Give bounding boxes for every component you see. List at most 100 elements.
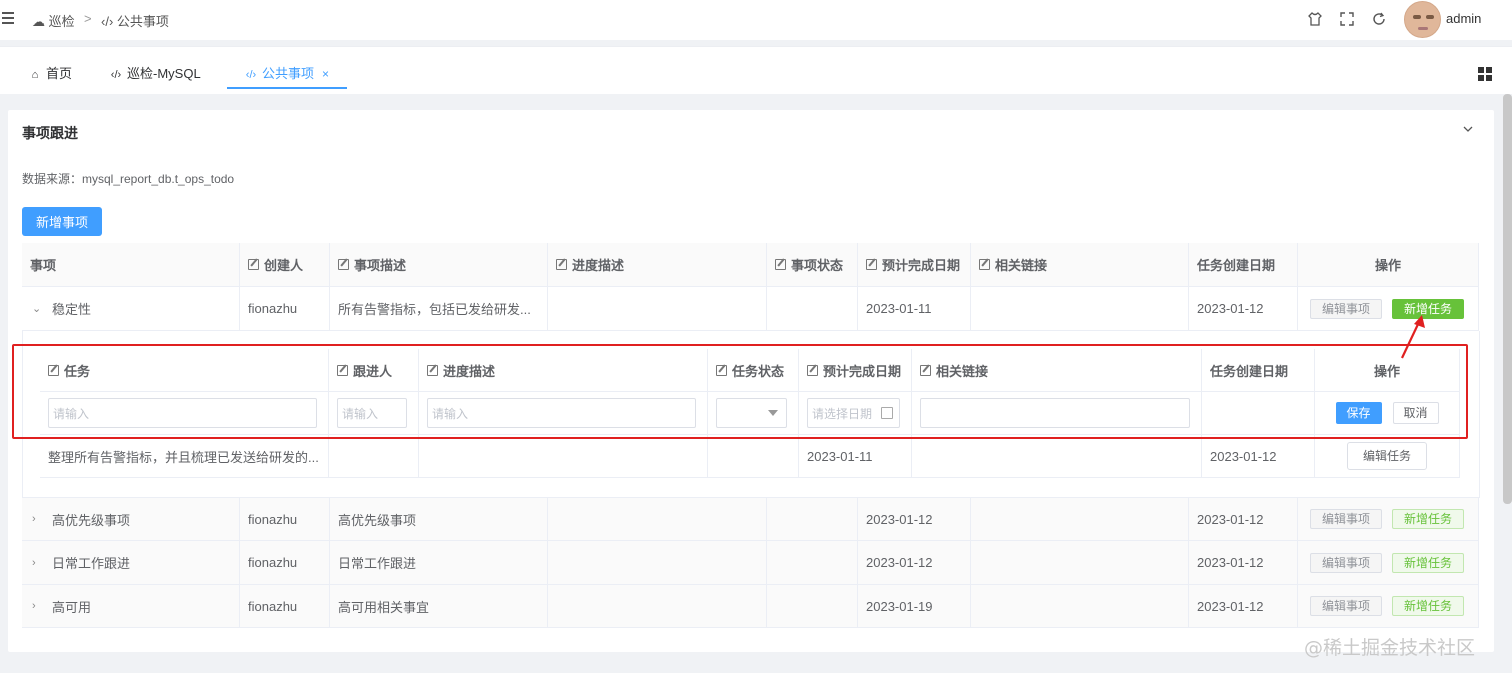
- cancel-button[interactable]: 取消: [1392, 402, 1439, 424]
- sub-cell-status: [708, 435, 799, 478]
- task-input[interactable]: 请输入: [48, 398, 317, 428]
- col-header-description: 事项描述: [330, 243, 548, 287]
- edit-icon: [556, 259, 567, 270]
- sub-cell-task: 请输入: [40, 392, 329, 435]
- chevron-right-icon: ›: [32, 513, 36, 525]
- col-header-creator: 创建人: [240, 243, 330, 287]
- table-cell-created: 2023-01-12: [1189, 498, 1298, 541]
- sub-cell-link: [912, 435, 1202, 478]
- code-icon: ‹/›: [101, 14, 114, 29]
- table-cell-due-date: 2023-01-19: [858, 585, 971, 628]
- table-cell-progress: [548, 498, 767, 541]
- table-row-item[interactable]: › 日常工作跟进: [22, 541, 240, 585]
- breadcrumb-item-public: ‹/› 公共事项: [101, 14, 169, 29]
- add-task-button[interactable]: 新增任务: [1392, 509, 1464, 529]
- link-input[interactable]: [920, 398, 1190, 428]
- add-item-button[interactable]: 新增事项: [22, 207, 102, 236]
- calendar-icon: [881, 407, 893, 419]
- sub-col-header-created: 任务创建日期: [1202, 349, 1315, 392]
- sub-col-header-owner: 跟进人: [329, 349, 419, 392]
- close-icon[interactable]: ×: [322, 67, 329, 81]
- sub-col-header-actions: 操作: [1315, 349, 1460, 392]
- table-cell-created: 2023-01-12: [1189, 287, 1298, 331]
- edit-item-button[interactable]: 编辑事项: [1310, 552, 1382, 573]
- table-cell-progress: [548, 585, 767, 628]
- sub-cell-progress: [419, 435, 708, 478]
- col-header-actions: 操作: [1298, 243, 1479, 287]
- sub-cell-due-date: 2023-01-11: [799, 435, 912, 478]
- edit-icon: [979, 259, 990, 270]
- owner-input[interactable]: 请输入: [337, 398, 407, 428]
- cloud-icon: ☁: [32, 14, 45, 29]
- edit-icon: [920, 364, 931, 376]
- avatar[interactable]: [1404, 1, 1441, 38]
- table-cell-progress: [548, 541, 767, 585]
- table-cell-status: [767, 585, 858, 628]
- status-select[interactable]: [716, 398, 787, 428]
- chevron-right-icon: ›: [32, 600, 36, 612]
- table-row-item[interactable]: ⌄ 稳定性: [22, 287, 240, 331]
- sub-cell-progress: 请输入: [419, 392, 708, 435]
- add-task-button[interactable]: 新增任务: [1392, 552, 1464, 573]
- code-icon: ‹/›: [110, 69, 122, 81]
- edit-item-button[interactable]: 编辑事项: [1310, 596, 1382, 616]
- watermark: @稀土掘金技术社区: [1304, 637, 1476, 659]
- col-header-progress: 进度描述: [548, 243, 767, 287]
- data-source-note: 数据来源：mysql_report_db.t_ops_todo: [22, 172, 235, 186]
- save-button[interactable]: 保存: [1335, 402, 1382, 424]
- breadcrumb-separator: >: [84, 11, 92, 26]
- sub-cell-due-date: 请选择日期: [799, 392, 912, 435]
- table-cell-actions: 编辑事项 新增任务: [1298, 541, 1479, 585]
- shirt-icon[interactable]: [1307, 11, 1323, 27]
- chevron-down-icon[interactable]: [1463, 124, 1473, 134]
- edit-item-button[interactable]: 编辑事项: [1310, 509, 1382, 529]
- table-cell-progress: [548, 287, 767, 331]
- chevron-down-icon: ⌄: [32, 303, 42, 315]
- edit-icon: [48, 364, 59, 376]
- table-cell-link: [971, 498, 1189, 541]
- tabs-bar: ⌂ 首页 ‹/› 巡检-MySQL ‹/› 公共事项 ×: [0, 46, 1512, 94]
- fullscreen-icon[interactable]: [1339, 11, 1355, 27]
- refresh-icon[interactable]: [1371, 11, 1387, 27]
- table-cell-description: 高可用相关事宜: [330, 585, 548, 628]
- sub-col-header-due-date: 预计完成日期: [799, 349, 912, 392]
- table-cell-creator: fionazhu: [240, 585, 330, 628]
- due-date-picker[interactable]: 请选择日期: [807, 398, 900, 428]
- edit-icon: [716, 364, 727, 376]
- caret-down-icon: [768, 410, 778, 416]
- col-header-due-date: 预计完成日期: [858, 243, 971, 287]
- chevron-right-icon: ›: [32, 556, 36, 569]
- edit-icon: [866, 259, 877, 270]
- code-icon: ‹/›: [245, 69, 257, 81]
- menu-toggle-icon[interactable]: [2, 12, 14, 26]
- table-cell-link: [971, 287, 1189, 331]
- add-task-button[interactable]: 新增任务: [1392, 596, 1464, 616]
- top-header: ☁ 巡检 > ‹/› 公共事项 admin: [0, 0, 1512, 40]
- table-row-item[interactable]: › 高优先级事项: [22, 498, 240, 541]
- breadcrumb-item-inspection[interactable]: ☁ 巡检: [32, 11, 75, 30]
- edit-task-button[interactable]: 编辑任务: [1347, 442, 1427, 470]
- edit-icon: [248, 259, 259, 270]
- edit-icon: [775, 259, 786, 270]
- edit-item-button[interactable]: 编辑事项: [1310, 298, 1382, 319]
- tab-public-items[interactable]: ‹/› 公共事项 ×: [227, 63, 347, 89]
- tab-inspection-mysql[interactable]: ‹/› 巡检-MySQL: [109, 63, 201, 89]
- table-cell-status: [767, 498, 858, 541]
- progress-input[interactable]: 请输入: [427, 398, 696, 428]
- table-cell-description: 所有告警指标，包括已发给研发...: [330, 287, 548, 331]
- table-cell-actions: 编辑事项 新增任务: [1298, 498, 1479, 541]
- username[interactable]: admin: [1446, 11, 1481, 26]
- table-cell-link: [971, 541, 1189, 585]
- table-cell-description: 高优先级事项: [330, 498, 548, 541]
- sub-col-header-status: 任务状态: [708, 349, 799, 392]
- table-cell-creator: fionazhu: [240, 498, 330, 541]
- page-scrollbar[interactable]: [1503, 94, 1512, 504]
- grid-menu-icon[interactable]: [1478, 67, 1492, 81]
- table-cell-creator: fionazhu: [240, 541, 330, 585]
- tab-home[interactable]: ⌂ 首页: [28, 63, 72, 89]
- table-cell-actions: 编辑事项 新增任务: [1298, 585, 1479, 628]
- table-row-item[interactable]: › 高可用: [22, 585, 240, 628]
- sub-cell-actions: 编辑任务: [1315, 435, 1460, 478]
- table-cell-status: [767, 287, 858, 331]
- table-cell-due-date: 2023-01-12: [858, 498, 971, 541]
